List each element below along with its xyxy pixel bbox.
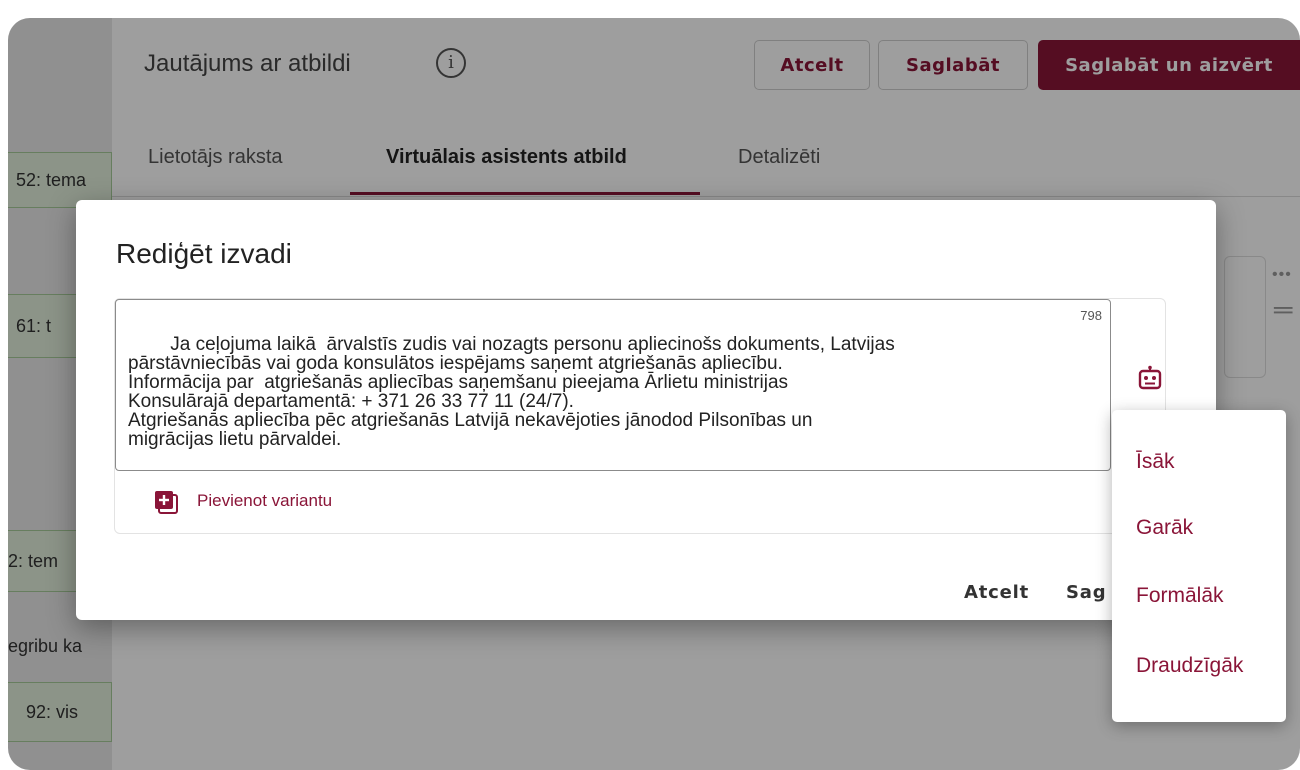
dialog-cancel-button[interactable]: Atcelt bbox=[964, 582, 1029, 603]
add-box-icon bbox=[153, 489, 178, 514]
robot-icon[interactable] bbox=[1135, 363, 1165, 393]
dialog-title: Rediģēt izvadi bbox=[116, 238, 292, 269]
menu-item-longer[interactable]: Garāk bbox=[1136, 516, 1193, 540]
char-count: 798 bbox=[1080, 308, 1102, 323]
rewrite-menu: Īsāk Garāk Formālāk Draudzīgāk bbox=[1112, 410, 1286, 722]
variant-card: Ja ceļojuma laikā ārvalstīs zudis vai no… bbox=[114, 298, 1166, 534]
output-text: Ja ceļojuma laikā ārvalstīs zudis vai no… bbox=[128, 334, 895, 450]
menu-item-shorter[interactable]: Īsāk bbox=[1136, 450, 1175, 474]
dialog-save-button[interactable]: Saglabāt bbox=[1066, 582, 1106, 603]
output-text-area[interactable]: Ja ceļojuma laikā ārvalstīs zudis vai no… bbox=[115, 299, 1111, 471]
edit-output-dialog: Rediģēt izvadi Ja ceļojuma laikā ārvalst… bbox=[76, 200, 1216, 620]
add-variant-label: Pievienot variantu bbox=[197, 491, 333, 510]
app-window: 52: tema 61: t 2: tem egribu ka 92: vis … bbox=[8, 18, 1300, 770]
add-variant-button[interactable]: Pievienot variantu bbox=[153, 487, 332, 515]
menu-item-friendlier[interactable]: Draudzīgāk bbox=[1136, 654, 1243, 678]
menu-item-more-formal[interactable]: Formālāk bbox=[1136, 584, 1224, 608]
